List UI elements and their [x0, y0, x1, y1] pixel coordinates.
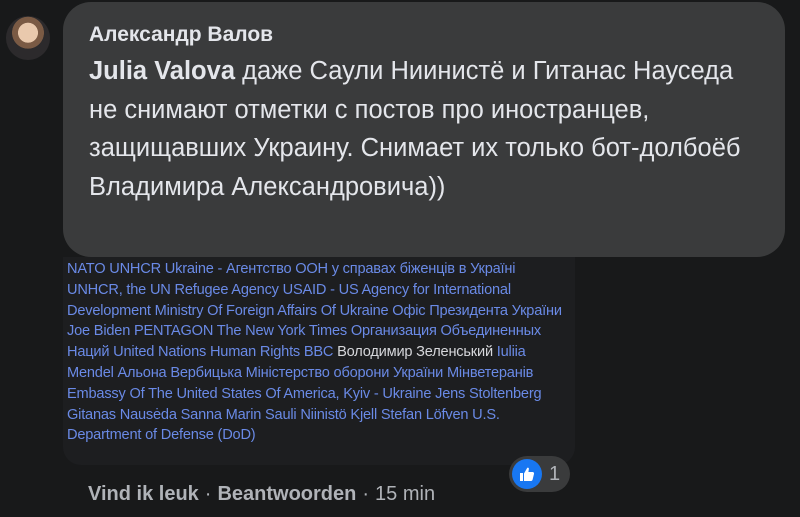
separator: · [204, 483, 212, 505]
comment-bubble: Александр Валов Julia Valova даже Саули … [63, 2, 785, 257]
tagged-highlight: Володимир Зеленський [337, 344, 493, 361]
comment-actions: Vind ik leuk · Beantwoorden · 15 min [88, 483, 435, 506]
timestamp[interactable]: 15 min [375, 483, 435, 506]
comment-author[interactable]: Александр Валов [89, 22, 761, 48]
like-button[interactable]: Vind ik leuk [88, 483, 199, 506]
reaction-summary[interactable]: 1 [509, 456, 571, 492]
avatar[interactable] [6, 16, 50, 60]
reply-button[interactable]: Beantwoorden [217, 483, 356, 506]
reaction-count: 1 [549, 462, 561, 485]
separator: · [362, 483, 370, 505]
tagged-pages-text: NATO UNHCR Ukraine - Агентство ООН у спр… [67, 259, 569, 446]
tagged-pages-preview[interactable]: NATO UNHCR Ukraine - Агентство ООН у спр… [63, 257, 575, 465]
mention-link[interactable]: Julia Valova [89, 57, 235, 85]
thumbs-up-icon [512, 459, 542, 489]
comment-text: Julia Valova даже Саули Ниинистё и Гитан… [89, 52, 761, 206]
